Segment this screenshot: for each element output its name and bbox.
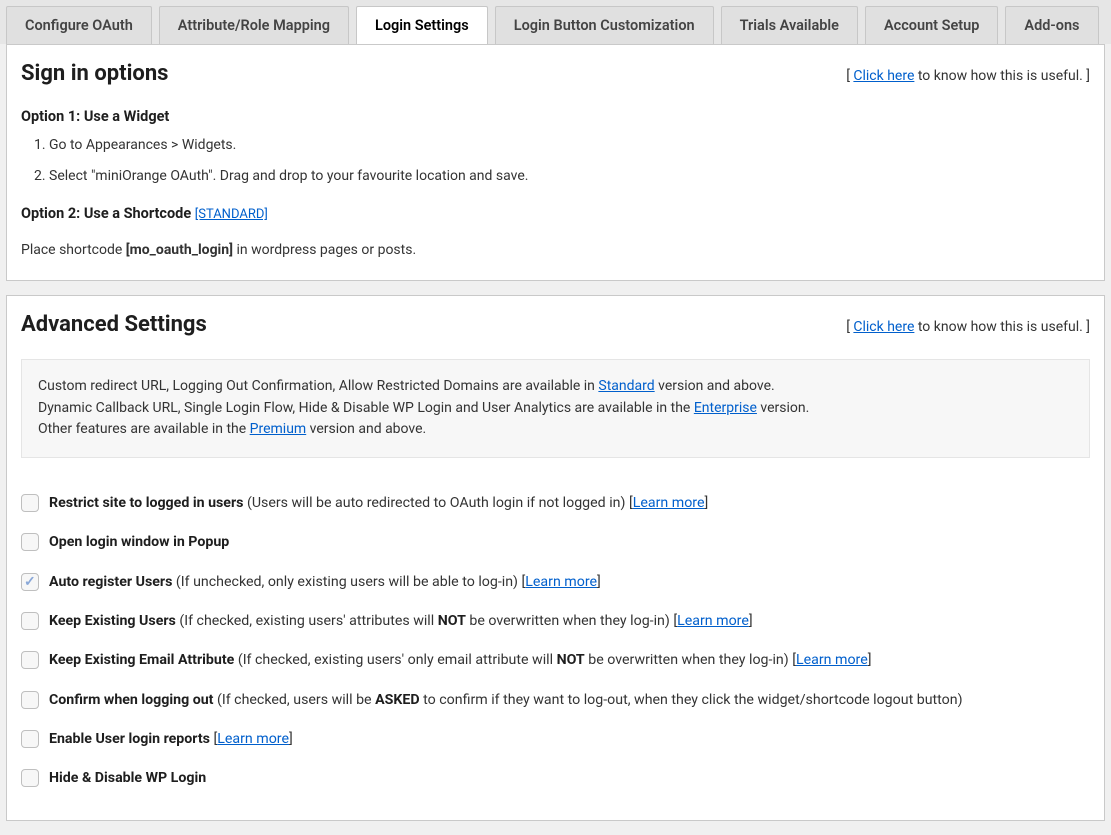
option-label-rest: (If checked, users will be ASKED to conf… [213, 692, 962, 708]
option-label-bold: Keep Existing Email Attribute [49, 652, 234, 668]
learn-more-link[interactable]: Learn more [633, 495, 705, 511]
widget-steps: Go to Appearances > Widgets. Select "min… [49, 135, 1090, 187]
option-row: Keep Existing Users (If checked, existin… [21, 602, 1090, 641]
option-label-bold: Open login window in Popup [49, 534, 229, 550]
notice-line2: Dynamic Callback URL, Single Login Flow,… [38, 398, 1073, 420]
learn-more-link[interactable]: Learn more [525, 574, 597, 590]
option-row: Auto register Users (If unchecked, only … [21, 563, 1090, 602]
option-label-bold: Hide & Disable WP Login [49, 770, 206, 786]
option-row: Enable User login reports [Learn more] [21, 720, 1090, 759]
notice-line3b: version and above. [306, 421, 426, 437]
advanced-panel: Advanced Settings [ Click here to know h… [6, 295, 1105, 821]
option-row: Confirm when logging out (If checked, us… [21, 681, 1090, 720]
shortcode-instruction: Place shortcode [mo_oauth_login] in word… [21, 242, 1090, 258]
option-row: Open login window in Popup [21, 523, 1090, 562]
tab-login-button-customization[interactable]: Login Button Customization [495, 6, 714, 44]
option1-heading: Option 1: Use a Widget [21, 108, 1090, 125]
signin-panel: Sign in options [ Click here to know how… [6, 44, 1105, 281]
option-label: Open login window in Popup [49, 532, 229, 553]
option-label: Restrict site to logged in users (Users … [49, 493, 708, 514]
option-label: Hide & Disable WP Login [49, 768, 206, 789]
step-2: Select "miniOrange OAuth". Drag and drop… [49, 166, 1090, 187]
standard-tag-link[interactable]: [STANDARD] [195, 207, 268, 222]
option-label-bold: Restrict site to logged in users [49, 495, 243, 511]
notice-line3: Other features are available in the Prem… [38, 419, 1073, 441]
tab-login-settings[interactable]: Login Settings [356, 6, 488, 44]
option-checkbox[interactable] [21, 730, 39, 748]
standard-version-link[interactable]: Standard [598, 378, 654, 394]
shortcode-code: [mo_oauth_login] [126, 242, 233, 258]
option-row: Keep Existing Email Attribute (If checke… [21, 641, 1090, 680]
notice-line1b: version and above. [655, 378, 775, 394]
version-notice: Custom redirect URL, Logging Out Confirm… [21, 359, 1090, 458]
option-label-after: ] [289, 731, 293, 747]
tab-trials-available[interactable]: Trials Available [721, 6, 858, 44]
option2-head-text: Option 2: Use a Shortcode [21, 205, 195, 222]
option-label-after: ] [704, 495, 708, 511]
tab-add-ons[interactable]: Add-ons [1005, 6, 1098, 44]
option-checkbox[interactable] [21, 612, 39, 630]
option-label-after: ] [597, 574, 601, 590]
adv-hint-suffix: to know how this is useful. ] [914, 319, 1090, 335]
option-label-rest: (If checked, existing users' attributes … [176, 613, 677, 629]
option-label: Confirm when logging out (If checked, us… [49, 690, 963, 711]
tab-configure-oauth[interactable]: Configure OAuth [6, 6, 152, 44]
option-label-after: ] [749, 613, 753, 629]
advanced-hint: [ Click here to know how this is useful.… [846, 319, 1090, 335]
step-1: Go to Appearances > Widgets. [49, 135, 1090, 156]
option2-heading: Option 2: Use a Shortcode [STANDARD] [21, 205, 1090, 222]
notice-line1a: Custom redirect URL, Logging Out Confirm… [38, 378, 598, 394]
signin-hint: [ Click here to know how this is useful.… [846, 68, 1090, 84]
premium-version-link[interactable]: Premium [250, 421, 307, 437]
notice-line1: Custom redirect URL, Logging Out Confirm… [38, 376, 1073, 398]
signin-hint-link[interactable]: Click here [853, 68, 914, 84]
option-checkbox[interactable] [21, 691, 39, 709]
option-label: Keep Existing Email Attribute (If checke… [49, 650, 872, 671]
notice-line2a: Dynamic Callback URL, Single Login Flow,… [38, 400, 694, 416]
option-label: Keep Existing Users (If checked, existin… [49, 611, 753, 632]
option-checkbox[interactable] [21, 651, 39, 669]
option-label-bold: Confirm when logging out [49, 692, 213, 708]
notice-line2b: version. [757, 400, 809, 416]
options-list: Restrict site to logged in users (Users … [21, 484, 1090, 798]
option-label-bold: Auto register Users [49, 574, 172, 590]
signin-title: Sign in options [21, 61, 168, 86]
option-row: Restrict site to logged in users (Users … [21, 484, 1090, 523]
learn-more-link[interactable]: Learn more [796, 652, 868, 668]
tabs-bar: Configure OAuth Attribute/Role Mapping L… [0, 0, 1111, 44]
option-checkbox[interactable] [21, 494, 39, 512]
option-label-rest: (If unchecked, only existing users will … [172, 574, 525, 590]
advanced-title: Advanced Settings [21, 312, 207, 337]
notice-line3a: Other features are available in the [38, 421, 250, 437]
option-row: Hide & Disable WP Login [21, 759, 1090, 798]
learn-more-link[interactable]: Learn more [217, 731, 289, 747]
shortcode-post: in wordpress pages or posts. [233, 242, 416, 258]
enterprise-version-link[interactable]: Enterprise [694, 400, 757, 416]
option-label-bold: Enable User login reports [49, 731, 210, 747]
tab-account-setup[interactable]: Account Setup [865, 6, 998, 44]
tab-attribute-role-mapping[interactable]: Attribute/Role Mapping [159, 6, 349, 44]
option-label: Enable User login reports [Learn more] [49, 729, 293, 750]
option-label: Auto register Users (If unchecked, only … [49, 572, 601, 593]
advanced-hint-link[interactable]: Click here [853, 319, 914, 335]
option-label-rest: (Users will be auto redirected to OAuth … [243, 495, 632, 511]
option-label-rest: (If checked, existing users' only email … [234, 652, 796, 668]
hint-suffix: to know how this is useful. ] [914, 68, 1090, 84]
option-label-bold: Keep Existing Users [49, 613, 176, 629]
option-checkbox[interactable] [21, 533, 39, 551]
option-checkbox[interactable] [21, 573, 39, 591]
option-checkbox[interactable] [21, 769, 39, 787]
option-label-after: ] [868, 652, 872, 668]
shortcode-pre: Place shortcode [21, 242, 126, 258]
learn-more-link[interactable]: Learn more [677, 613, 749, 629]
